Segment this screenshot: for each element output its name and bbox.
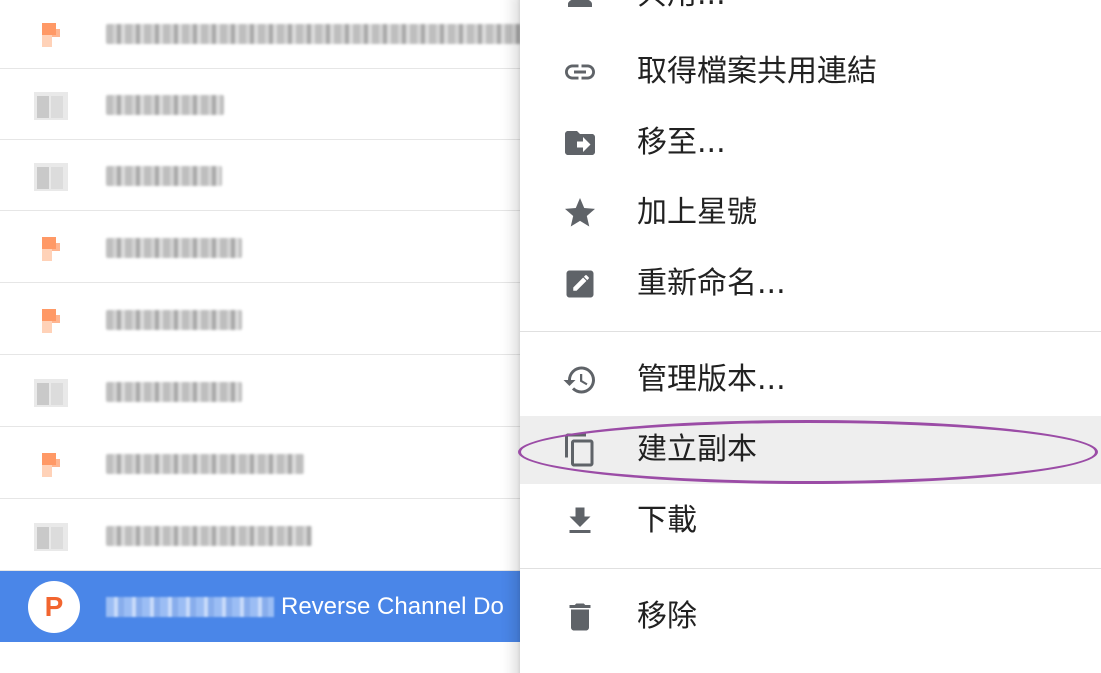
redacted-file-name bbox=[106, 166, 222, 186]
generic-file-icon bbox=[34, 161, 70, 191]
menu-item-share[interactable]: 共用... bbox=[520, 0, 1101, 29]
generic-file-icon bbox=[34, 90, 70, 120]
file-row[interactable] bbox=[0, 428, 540, 499]
slides-avatar-icon: P bbox=[28, 581, 80, 633]
link-icon bbox=[562, 54, 598, 90]
redacted-file-name bbox=[106, 95, 224, 115]
copy-icon bbox=[562, 432, 598, 468]
redacted-file-name bbox=[106, 310, 242, 330]
menu-item-label: 移除 bbox=[637, 599, 697, 634]
file-row[interactable] bbox=[0, 140, 540, 211]
menu-item-rename[interactable]: 重新命名... bbox=[520, 250, 1101, 318]
menu-item-remove[interactable]: 移除 bbox=[520, 583, 1101, 651]
menu-item-label: 管理版本... bbox=[637, 362, 786, 397]
menu-item-label: 移至... bbox=[637, 125, 726, 160]
menu-item-download[interactable]: 下載 bbox=[520, 487, 1101, 555]
star-icon bbox=[562, 195, 598, 231]
slides-file-icon bbox=[34, 233, 70, 263]
redacted-file-name bbox=[106, 526, 312, 546]
slides-file-icon bbox=[34, 305, 70, 335]
menu-item-get-link[interactable]: 取得檔案共用連結 bbox=[520, 38, 1101, 106]
menu-item-label: 重新命名... bbox=[637, 266, 786, 301]
file-list: P Reverse Channel Do bbox=[0, 0, 540, 673]
generic-file-icon bbox=[34, 377, 70, 407]
move-folder-icon bbox=[562, 125, 598, 161]
redacted-file-name bbox=[106, 382, 242, 402]
history-icon bbox=[562, 362, 598, 398]
download-icon bbox=[562, 503, 598, 539]
menu-item-label: 建立副本 bbox=[637, 432, 757, 467]
redacted-file-name bbox=[106, 454, 304, 474]
redacted-file-name-prefix bbox=[106, 597, 274, 617]
menu-item-star[interactable]: 加上星號 bbox=[520, 179, 1101, 247]
file-row[interactable] bbox=[0, 356, 540, 427]
menu-item-label: 加上星號 bbox=[637, 195, 757, 230]
menu-divider bbox=[520, 568, 1101, 569]
selected-file-name: Reverse Channel Do bbox=[281, 593, 504, 620]
file-row[interactable] bbox=[0, 69, 540, 140]
menu-item-label: 取得檔案共用連結 bbox=[637, 54, 877, 89]
redacted-file-name bbox=[106, 24, 526, 44]
generic-file-icon bbox=[34, 521, 70, 551]
menu-item-manage-versions[interactable]: 管理版本... bbox=[520, 346, 1101, 414]
file-row[interactable] bbox=[0, 0, 540, 69]
menu-item-move-to[interactable]: 移至... bbox=[520, 109, 1101, 177]
file-row[interactable] bbox=[0, 284, 540, 355]
file-row[interactable] bbox=[0, 212, 540, 283]
menu-item-make-copy[interactable]: 建立副本 bbox=[520, 416, 1101, 484]
menu-divider bbox=[520, 331, 1101, 332]
slides-file-icon bbox=[34, 19, 70, 49]
selected-file-row[interactable]: P Reverse Channel Do bbox=[0, 571, 540, 642]
drive-screen: P Reverse Channel Do 共用... 取得檔案共用連結 移至..… bbox=[0, 0, 1101, 673]
person-icon bbox=[562, 0, 598, 13]
menu-item-label: 共用... bbox=[637, 0, 726, 15]
slides-file-icon bbox=[34, 449, 70, 479]
edit-icon bbox=[562, 266, 598, 302]
file-row[interactable] bbox=[0, 500, 540, 571]
menu-item-label: 下載 bbox=[637, 503, 697, 538]
redacted-file-name bbox=[106, 238, 242, 258]
trash-icon bbox=[562, 599, 598, 635]
context-menu: 共用... 取得檔案共用連結 移至... 加上星號 重新命名... bbox=[520, 0, 1101, 673]
